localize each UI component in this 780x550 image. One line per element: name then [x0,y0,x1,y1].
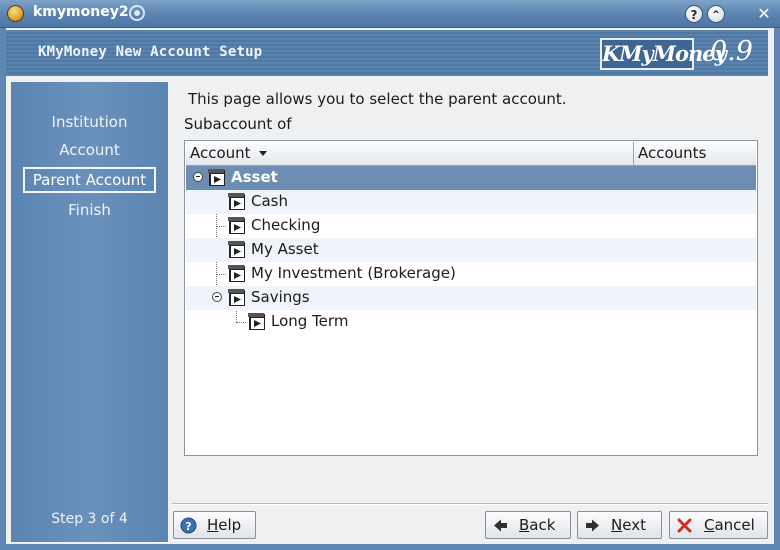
cancel-mnemonic: C [704,516,715,534]
step-finish: Finish [68,201,111,219]
wizard-header: KMyMoney New Account Setup KMyMoney 0.9 [6,30,768,76]
sort-descending-icon [258,151,267,156]
next-mnemonic: N [611,516,623,534]
window-titlebar[interactable]: kmymoney2 ? ⌃ ✕ [0,0,780,28]
cancel-label-rest: ancel [714,516,755,534]
cancel-button-label: Cancel [704,516,755,534]
help-label-rest: elp [218,516,242,534]
svg-text:?: ? [185,520,191,533]
next-label-rest: ext [622,516,646,534]
shade-button[interactable]: ⌃ [707,5,725,23]
help-button[interactable]: ? Help [173,511,256,539]
account-folder-icon [208,169,225,186]
red-x-icon [677,518,692,533]
column-header-account-label: Account [190,144,251,162]
next-button-label: Next [611,516,646,534]
tree-row-long-term[interactable]: Long Term [186,310,756,334]
tree-row-checking[interactable]: Checking [186,214,756,238]
tree-row-asset[interactable]: Asset [186,166,756,190]
version-label: 0.9 [710,36,753,67]
column-header-accounts[interactable]: Accounts [634,142,756,165]
back-button[interactable]: Back [485,511,571,539]
tree-row-label: My Asset [251,240,319,258]
context-help-button[interactable]: ? [685,5,703,23]
back-button-label: Back [519,516,555,534]
help-mnemonic: H [207,516,219,534]
close-window-button[interactable]: ✕ [754,4,774,24]
tree-row-label: My Investment (Brokerage) [251,264,456,282]
tree-header: Account Accounts [186,142,756,166]
account-folder-icon [228,289,245,306]
back-mnemonic: B [519,516,530,534]
tree-row-label: Cash [251,192,288,210]
tree-row-label: Long Term [271,312,349,330]
step-account: Account [59,141,120,159]
help-button-label: Help [207,516,241,534]
button-separator [172,503,768,505]
kmymoney-logo: KMyMoney [600,38,727,70]
step-institution: Institution [51,113,128,131]
intro-text: This page allows you to select the paren… [188,90,567,108]
tree-row-cash[interactable]: Cash [186,190,756,214]
arrow-right-icon [586,519,599,532]
step-counter: Step 3 of 4 [51,511,128,527]
account-folder-icon [228,265,245,282]
collapse-toggle-icon[interactable] [212,292,222,302]
tree-row-label: Checking [251,216,321,234]
tree-row-my-investment[interactable]: My Investment (Brokerage) [186,262,756,286]
wizard-steps-sidebar: Institution Account Parent Account Finis… [11,82,168,542]
logo-text: KMyMoney [602,41,727,66]
account-folder-icon [248,313,265,330]
collapse-toggle-icon[interactable] [193,172,203,182]
account-folder-icon [228,193,245,210]
subaccount-label: Subaccount of [184,115,292,133]
tree-row-label: Asset [231,168,278,186]
parent-account-tree[interactable]: Account Accounts Asset Cash Checking My … [184,140,758,456]
column-header-account[interactable]: Account [186,142,634,165]
tree-row-my-asset[interactable]: My Asset [186,238,756,262]
pin-icon[interactable] [129,5,145,21]
step-parent-account: Parent Account [23,167,156,193]
window-title: kmymoney2 [33,4,129,20]
arrow-left-icon [494,519,507,532]
tree-row-label: Savings [251,288,310,306]
back-label-rest: ack [529,516,556,534]
account-folder-icon [228,241,245,258]
next-button[interactable]: Next [577,511,662,539]
kmymoney-app-icon[interactable] [7,5,24,22]
tree-row-savings[interactable]: Savings [186,286,756,310]
wizard-title: KMyMoney New Account Setup [38,44,263,60]
help-question-icon: ? [180,517,197,534]
cancel-button[interactable]: Cancel [669,511,768,539]
account-folder-icon [228,217,245,234]
